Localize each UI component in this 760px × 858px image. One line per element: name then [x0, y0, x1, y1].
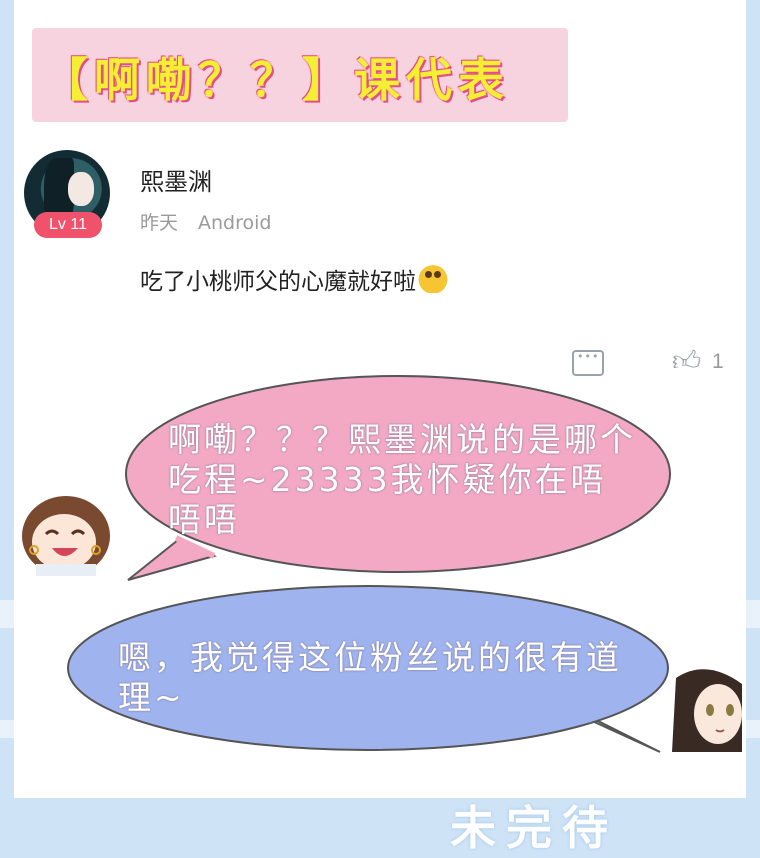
pink-bubble-text: 啊嘞？？？熙墨渊说的是哪个吃程~23333我怀疑你在唔唔唔 — [168, 420, 636, 539]
blue-bubble-text: 嗯，我觉得这位粉丝说的很有道理~ — [118, 638, 622, 717]
dark-haired-character — [668, 668, 748, 752]
laughing-girl-character — [14, 484, 118, 576]
footer-text: 未完待 — [450, 801, 618, 855]
